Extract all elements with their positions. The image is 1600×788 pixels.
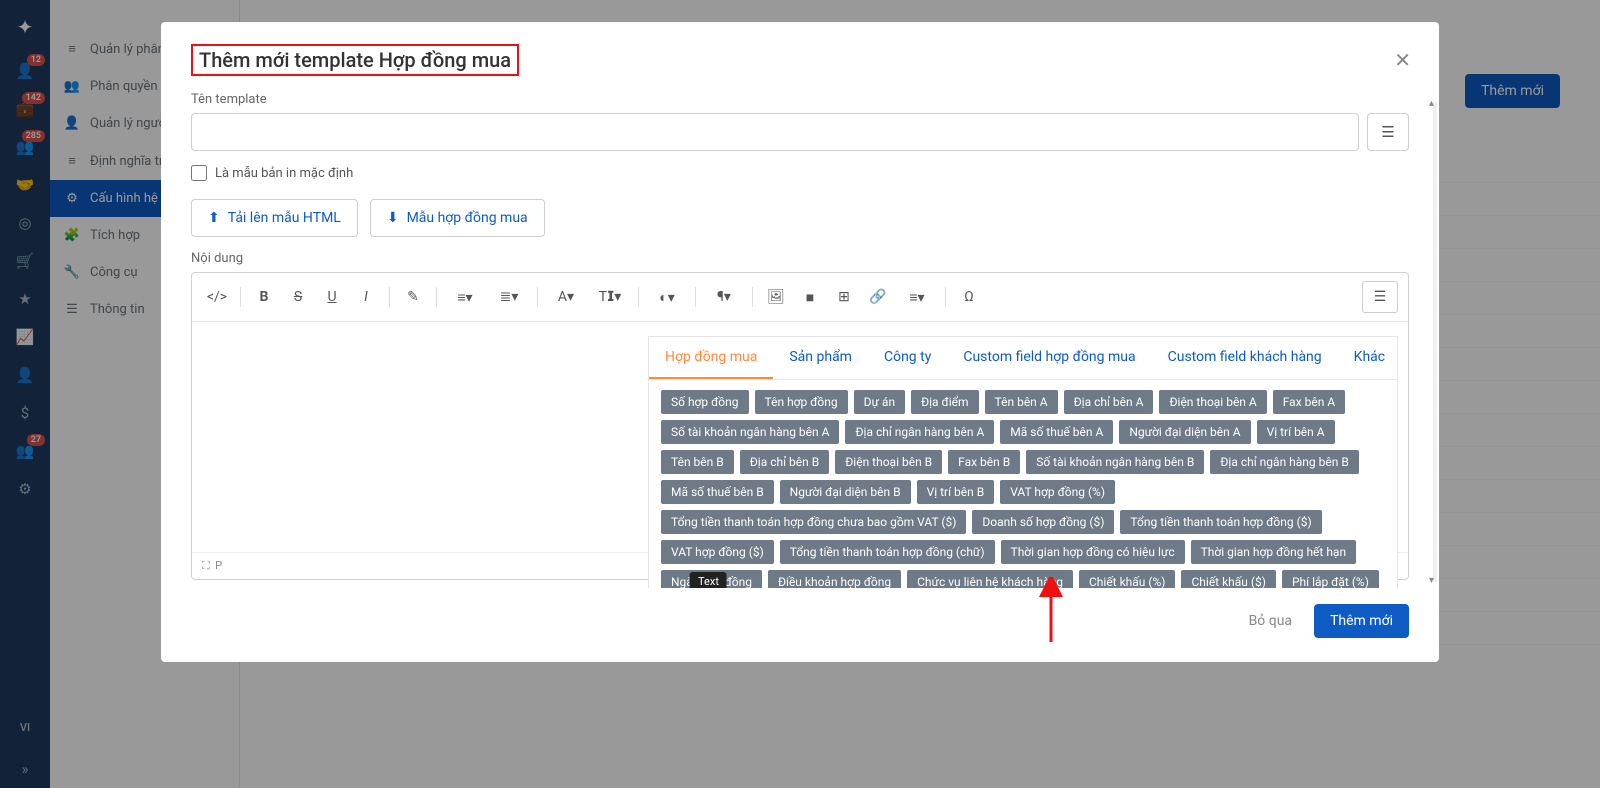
modal-footer: Bỏ qua Thêm mới [161, 588, 1439, 662]
font-size-icon[interactable]: T𝗜▾ [590, 282, 630, 312]
tag-variable[interactable]: Tổng tiền thanh toán hợp đồng ($) [1120, 510, 1321, 534]
table-icon[interactable]: ⊞ [829, 282, 859, 312]
tab-custom-field-hợp-đồng-mua[interactable]: Custom field hợp đồng mua [947, 337, 1151, 379]
paragraph-icon[interactable]: ¶▾ [704, 282, 744, 312]
tab-hợp-đồng-mua[interactable]: Hợp đồng mua [649, 337, 773, 379]
source-icon[interactable]: </> [202, 282, 232, 312]
image-icon[interactable]: 🖼 [761, 282, 791, 312]
tag-variable[interactable]: Tên hợp đồng [755, 390, 848, 414]
tag-tabs: Hợp đồng muaSản phẩmCông tyCustom field … [649, 337, 1397, 380]
modal-close-button[interactable]: ✕ [1394, 48, 1411, 72]
tag-tooltip: Text [690, 572, 727, 588]
tag-variable[interactable]: Tên bên B [661, 450, 734, 474]
template-name-label: Tên template [191, 92, 1409, 107]
sample-label: Mẫu hợp đồng mua [407, 210, 528, 226]
clear-format-icon[interactable]: ✎ [398, 282, 428, 312]
template-name-input[interactable] [191, 113, 1359, 151]
content-label: Nội dung [191, 251, 1409, 266]
unordered-list-icon[interactable]: ≡▾ [445, 282, 485, 312]
tag-variable[interactable]: Phí lắp đặt (%) [1282, 570, 1379, 588]
expand-icon[interactable]: ⛶ [202, 559, 210, 572]
italic-icon[interactable]: I [351, 282, 381, 312]
tags-panel-toggle[interactable]: ☰ [1362, 281, 1398, 313]
tag-variable[interactable]: Điện thoại bên A [1159, 390, 1266, 414]
upload-icon: ⬆ [208, 210, 220, 226]
tag-variable[interactable]: Chức vụ liên hệ khách hàng [907, 570, 1073, 588]
tag-variable[interactable]: Vị trí bên B [917, 480, 995, 504]
tag-variable[interactable]: Fax bên B [948, 450, 1020, 474]
tag-variable[interactable]: Địa điểm [911, 390, 978, 414]
tag-variable[interactable]: Thời gian hợp đồng có hiệu lực [1001, 540, 1185, 564]
tag-variable[interactable]: VAT hợp đồng (%) [1000, 480, 1115, 504]
tag-variable[interactable]: Địa chỉ ngân hàng bên B [1210, 450, 1358, 474]
text-color-icon[interactable]: ◐▾ [647, 282, 687, 312]
default-template-label: Là mẫu bản in mặc định [215, 166, 353, 181]
tab-khác[interactable]: Khác [1338, 337, 1401, 379]
tag-variable[interactable]: Tổng tiền thanh toán hợp đồng (chữ) [780, 540, 995, 564]
tag-variable[interactable]: Fax bên A [1273, 390, 1345, 414]
tag-variable[interactable]: Vị trí bên A [1257, 420, 1335, 444]
add-template-modal: Thêm mới template Hợp đồng mua ✕ Tên tem… [161, 22, 1439, 662]
link-icon[interactable]: 🔗 [863, 282, 893, 312]
align-icon[interactable]: ≡▾ [897, 282, 937, 312]
variable-tags-panel: Hợp đồng muaSản phẩmCông tyCustom field … [648, 336, 1398, 588]
tag-variable[interactable]: Số tài khoản ngân hàng bên A [661, 420, 839, 444]
tag-variable[interactable]: Mã số thuế bên A [1000, 420, 1113, 444]
tag-variable[interactable]: Địa chỉ bên A [1064, 390, 1154, 414]
tags-container: Số hợp đồngTên hợp đồngDự ánĐịa điểm Tên … [649, 380, 1397, 588]
underline-icon[interactable]: U [317, 282, 347, 312]
tag-variable[interactable]: Số tài khoản ngân hàng bên B [1026, 450, 1204, 474]
omega-icon[interactable]: Ω [954, 282, 984, 312]
tag-variable[interactable]: VAT hợp đồng ($) [661, 540, 774, 564]
tag-variable[interactable]: Doanh số hợp đồng ($) [972, 510, 1114, 534]
tag-variable[interactable]: Chiết khấu (%) [1079, 570, 1176, 588]
tab-công-ty[interactable]: Công ty [868, 337, 947, 379]
default-template-checkbox[interactable] [191, 165, 207, 181]
editor-path: P [215, 559, 222, 572]
editor-content-area[interactable]: Hợp đồng muaSản phẩmCông tyCustom field … [192, 322, 1408, 552]
tag-variable[interactable]: Dự án [854, 390, 905, 414]
strike-icon[interactable]: S [283, 282, 313, 312]
skip-button[interactable]: Bỏ qua [1249, 613, 1292, 629]
ordered-list-icon[interactable]: ≣▾ [489, 282, 529, 312]
tag-variable[interactable]: Tổng tiền thanh toán hợp đồng chưa bao g… [661, 510, 966, 534]
tag-variable[interactable]: Điện thoại bên B [835, 450, 942, 474]
tag-variable[interactable]: Điều khoản hợp đồng [768, 570, 901, 588]
download-icon: ⬇ [387, 210, 399, 226]
tag-variable[interactable]: Người đại diện bên A [1119, 420, 1250, 444]
modal-overlay: Thêm mới template Hợp đồng mua ✕ Tên tem… [0, 0, 1600, 788]
tag-variable[interactable]: Số hợp đồng [661, 390, 749, 414]
modal-scrollbar[interactable] [1433, 102, 1437, 582]
upload-html-button[interactable]: ⬆ Tải lên mẫu HTML [191, 199, 358, 237]
sample-contract-button[interactable]: ⬇ Mẫu hợp đồng mua [370, 199, 545, 237]
list-toggle-button[interactable]: ☰ [1367, 113, 1409, 151]
tag-variable[interactable]: Thời gian hợp đồng hết hạn [1191, 540, 1357, 564]
tag-variable[interactable]: Địa chỉ bên B [740, 450, 830, 474]
font-family-icon[interactable]: A▾ [546, 282, 586, 312]
submit-button[interactable]: Thêm mới [1314, 604, 1409, 638]
rich-text-editor: </> B S U I ✎ ≡▾ ≣▾ A▾ T𝗜▾ [191, 272, 1409, 580]
bold-icon[interactable]: B [249, 282, 279, 312]
default-template-checkbox-row[interactable]: Là mẫu bản in mặc định [191, 165, 1409, 181]
tag-variable[interactable]: Tên bên A [985, 390, 1058, 414]
tag-variable[interactable]: Địa chỉ ngân hàng bên A [845, 420, 994, 444]
upload-label: Tải lên mẫu HTML [228, 210, 341, 226]
video-icon[interactable]: ■ [795, 282, 825, 312]
tag-variable[interactable]: Chiết khấu ($) [1181, 570, 1275, 588]
modal-title: Thêm mới template Hợp đồng mua [191, 44, 519, 76]
tab-custom-field-khách-hàng[interactable]: Custom field khách hàng [1152, 337, 1338, 379]
modal-body: Tên template ☰ Là mẫu bản in mặc định ⬆ T… [161, 88, 1439, 588]
editor-toolbar: </> B S U I ✎ ≡▾ ≣▾ A▾ T𝗜▾ [192, 273, 1408, 322]
tag-variable[interactable]: Mã số thuế bên B [661, 480, 774, 504]
tag-variable[interactable]: Người đại diện bên B [780, 480, 911, 504]
tab-sản-phẩm[interactable]: Sản phẩm [773, 337, 868, 379]
modal-header: Thêm mới template Hợp đồng mua ✕ [161, 22, 1439, 88]
